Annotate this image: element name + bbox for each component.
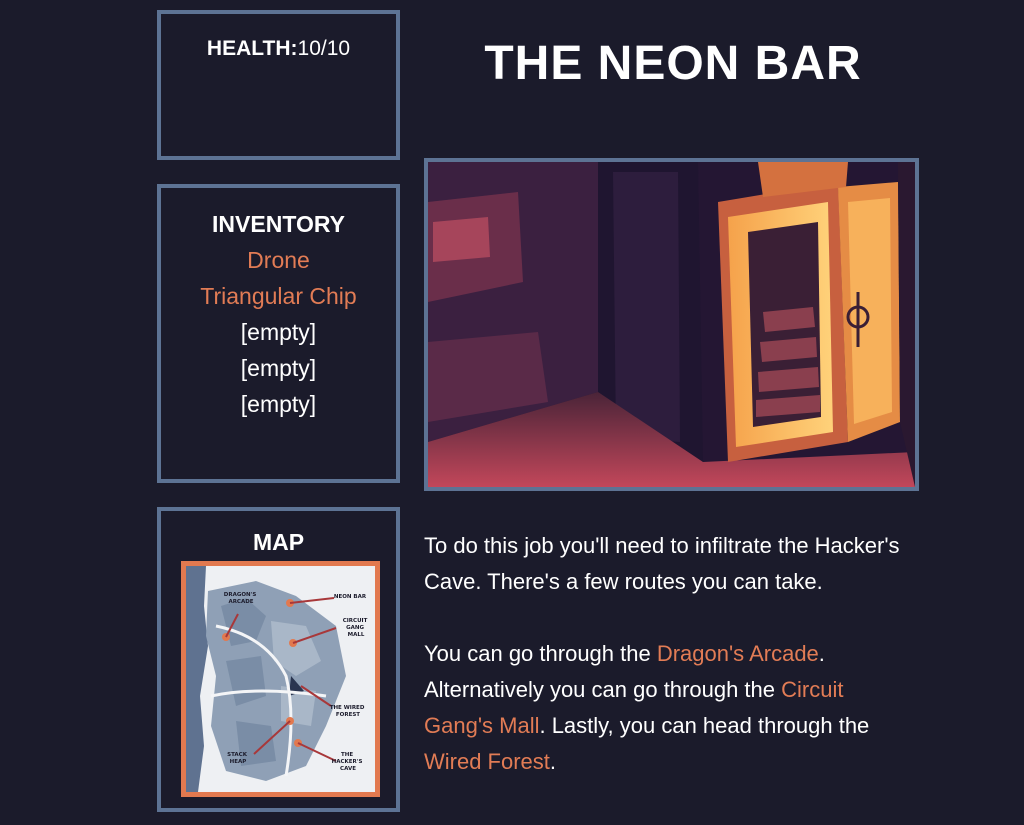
inventory-panel: INVENTORY Drone Triangular Chip [empty] … [157,184,400,483]
scene-image [424,158,919,491]
map-label-neon-bar: NEON BAR [334,594,367,600]
narrative-text: To do this job you'll need to infiltrate… [424,528,914,816]
map-title: MAP [252,529,305,555]
inventory-slot-empty: [empty] [240,319,317,345]
link-dragons-arcade[interactable]: Dragon's Arcade [657,641,819,666]
health-value: 10/10 [297,37,351,60]
map-panel: MAP DRAGON'S ARCADE NEON BAR CIRCUIT GAN… [157,507,400,812]
health-label: HEALTH: [206,37,298,60]
map-label-dragons-arcade-2: ARCADE [228,599,253,605]
location-title: THE NEON BAR [484,37,862,90]
link-wired-forest[interactable]: Wired Forest [424,749,550,774]
city-map-image: DRAGON'S ARCADE NEON BAR CIRCUIT GANG MA… [181,561,380,797]
inventory-slot-empty: [empty] [240,391,317,417]
inventory-item-triangular-chip[interactable]: Triangular Chip [161,278,396,314]
health-panel: HEALTH:10/10 [157,10,400,160]
inventory-item-drone[interactable]: Drone [161,242,396,278]
map-label-dragons-arcade-1: DRAGON'S [224,592,257,598]
city-map-drawing: DRAGON'S ARCADE NEON BAR CIRCUIT GANG MA… [186,566,375,792]
inventory-slot-empty: [empty] [240,355,317,381]
svg-text:DRAGON'S ARCADE: DRAGON'S ARCADE [224,592,258,605]
inventory-title: INVENTORY [212,211,345,237]
narrative-paragraph-1: To do this job you'll need to infiltrate… [424,533,900,594]
svg-text:STACK HEAP: STACK HEAP [227,752,249,765]
narrative-paragraph-2: You can go through the Dragon's Arcade. … [424,641,870,774]
neon-bar-doorway-illustration [428,162,915,487]
